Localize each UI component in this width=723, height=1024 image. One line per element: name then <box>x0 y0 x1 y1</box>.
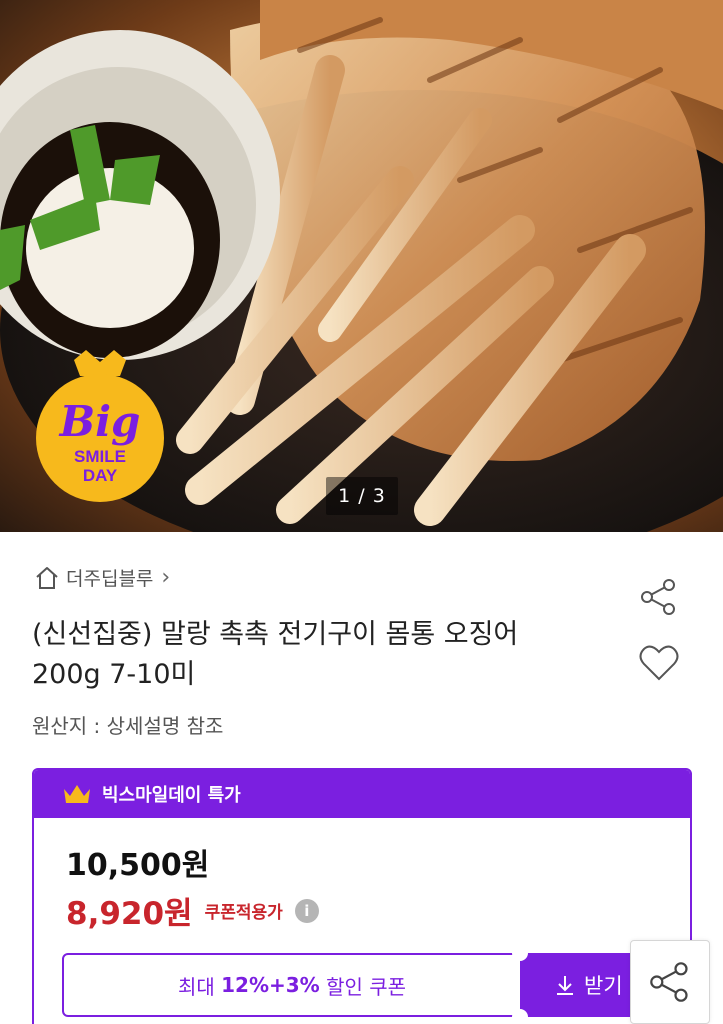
coupon-rate: 12%+3% <box>221 973 320 997</box>
sale-price: 8,920원 <box>66 896 193 932</box>
product-title-line1: (신선집중) 말랑 촉촉 전기구이 몸통 오징어 <box>32 619 519 650</box>
seller-link[interactable]: 더주딥블루 › <box>34 564 170 591</box>
product-image[interactable]: Big SMILE DAY 1 / 3 <box>0 0 723 532</box>
original-price: 10,500원 <box>66 848 210 883</box>
download-icon <box>557 976 573 995</box>
sale-price-row: 8,920원 쿠폰적용가 i <box>66 888 319 933</box>
sale-price-label: 쿠폰적용가 <box>204 903 283 923</box>
share-icon <box>650 962 688 1002</box>
image-counter: 1 / 3 <box>326 477 398 515</box>
seller-name: 더주딥블루 <box>66 568 154 590</box>
crown-icon <box>64 785 90 803</box>
chevron-right-icon: › <box>161 565 171 590</box>
svg-text:SMILE: SMILE <box>74 447 126 466</box>
share-icon <box>641 579 675 615</box>
coupon-info[interactable]: 최대 12%+3% 할인 쿠폰 <box>62 953 522 1017</box>
big-smile-day-badge: Big SMILE DAY <box>36 350 164 502</box>
floating-share-button[interactable] <box>630 940 710 1024</box>
coupon-text-pre: 최대 <box>177 974 222 999</box>
info-icon[interactable]: i <box>294 898 319 923</box>
ticket-notch-bottom <box>512 1009 528 1024</box>
coupon-text-post: 할인 쿠폰 <box>319 974 407 999</box>
promo-header: 빅스마일데이 특가 <box>34 770 690 818</box>
coupon-download-label: 받기 <box>584 974 623 998</box>
share-button[interactable] <box>636 574 682 620</box>
product-title: (신선집중) 말랑 촉촉 전기구이 몸통 오징어 200g 7-10미 <box>32 615 602 695</box>
home-icon <box>36 566 58 589</box>
promo-header-label: 빅스마일데이 특가 <box>102 785 241 806</box>
svg-text:DAY: DAY <box>83 466 118 485</box>
svg-text:Big: Big <box>59 397 141 446</box>
origin-info: 원산지 : 상세설명 참조 <box>32 714 224 738</box>
heart-icon <box>639 645 679 681</box>
wishlist-button[interactable] <box>636 640 682 686</box>
product-title-line2: 200g 7-10미 <box>32 659 196 690</box>
promo-box: 빅스마일데이 특가 10,500원 8,920원 쿠폰적용가 i 최대 12%+… <box>32 768 692 1024</box>
ticket-notch-top <box>512 945 528 961</box>
